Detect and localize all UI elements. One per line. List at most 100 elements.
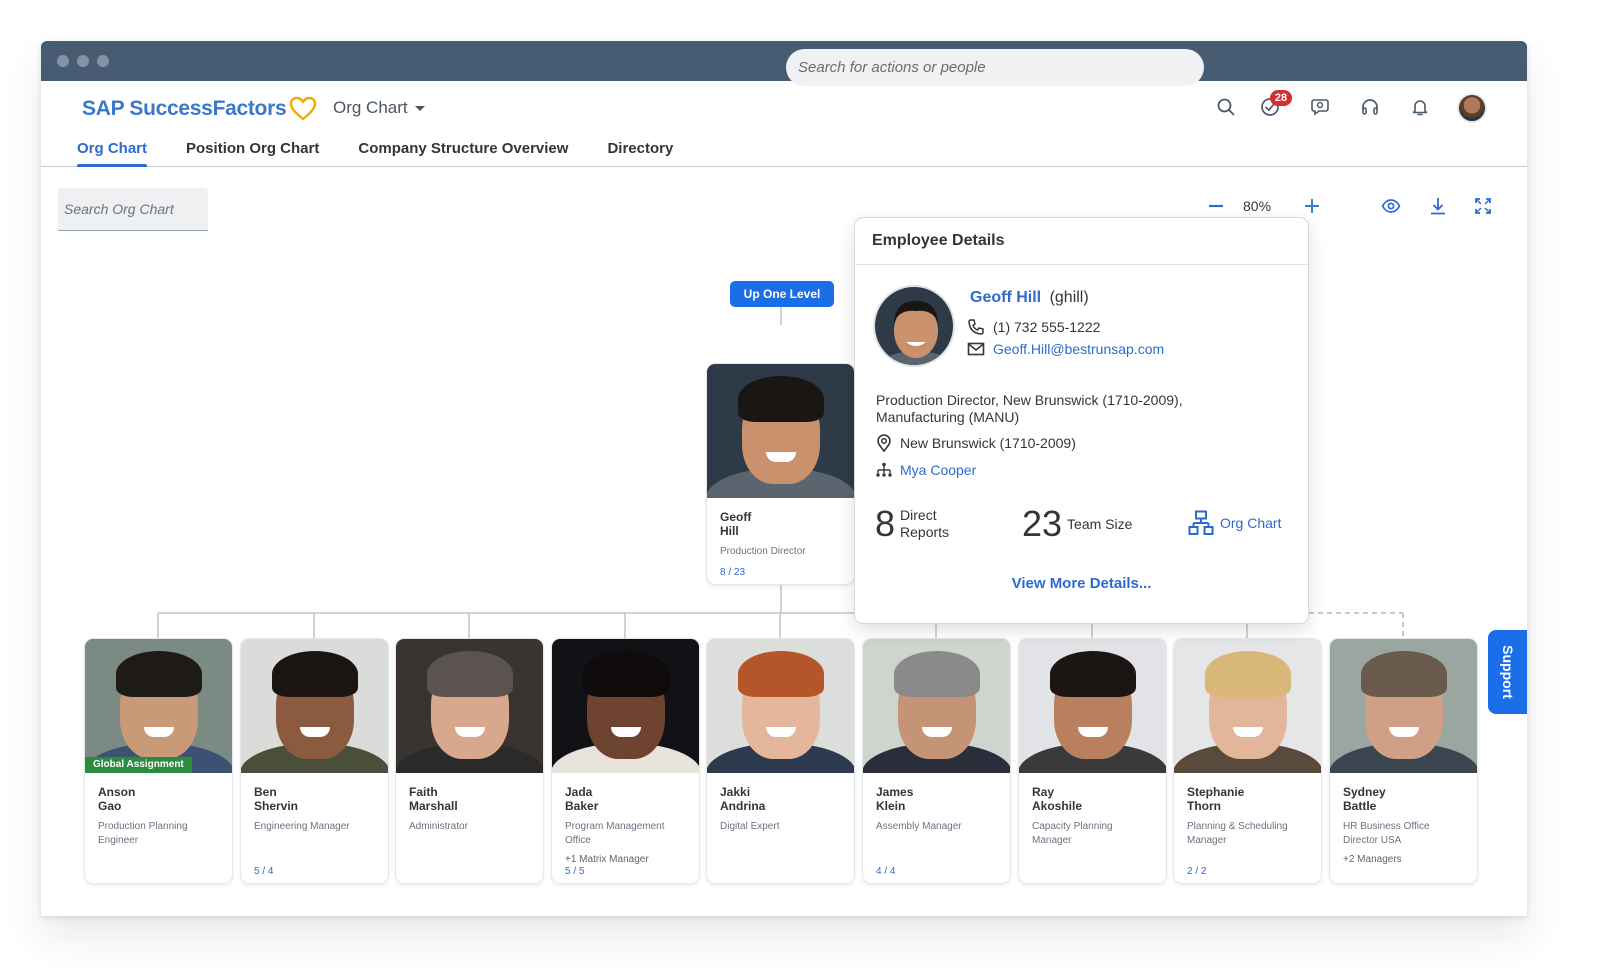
employee-card[interactable]: Jakki Andrina Digital Expert	[707, 639, 854, 883]
direct-reports-label-line1: Direct	[900, 507, 937, 523]
reports-to-link[interactable]: Mya Cooper	[900, 462, 976, 478]
employee-first-name: Ben	[254, 785, 277, 799]
up-one-level-button[interactable]: Up One Level	[730, 281, 834, 307]
help-button[interactable]	[1358, 95, 1382, 119]
employee-card-body: Faith Marshall Administrator	[396, 773, 543, 883]
zoom-in-button[interactable]	[1300, 194, 1324, 218]
view-options-button[interactable]	[1379, 194, 1403, 218]
location-text: New Brunswick (1710-2009)	[900, 435, 1076, 451]
zoom-out-icon	[1209, 204, 1223, 208]
employee-first-name: James	[876, 785, 914, 799]
tab-org-chart[interactable]: Org Chart	[77, 136, 148, 167]
employee-card[interactable]: Ray Akoshile Capacity Planning Manager	[1019, 639, 1166, 883]
org-chart-icon	[1188, 510, 1214, 535]
window-dot-close[interactable]	[57, 55, 69, 67]
employee-card[interactable]: Ben Shervin Engineering Manager 5 / 4	[241, 639, 388, 883]
employee-card[interactable]: Jada Baker Program Management Office +1 Mat…	[552, 639, 699, 883]
window-dot-maximize[interactable]	[97, 55, 109, 67]
employee-last-name: Akoshile	[1032, 799, 1083, 813]
support-button[interactable]: Support	[1488, 630, 1527, 714]
employee-card[interactable]: Global Assignment Anson Gao Production Plan…	[85, 639, 232, 883]
shell-header: SAP SuccessFactors Org Chart 28 Org Char…	[41, 49, 1527, 167]
manager-card-body: Geoff Hill Production Director 8 / 23	[707, 498, 854, 584]
location-pin-icon	[877, 434, 891, 452]
employee-first-name: Ray	[1032, 785, 1055, 799]
employee-card-photo	[1330, 639, 1477, 773]
hierarchy-icon	[876, 462, 892, 477]
download-icon	[1431, 198, 1445, 215]
app-title-label: Org Chart	[333, 98, 408, 117]
zoom-in-icon	[1305, 199, 1319, 213]
sap-successfactors-logo[interactable]: SAP SuccessFactors	[82, 96, 317, 122]
phone-number[interactable]: (1) 732 555-1222	[993, 319, 1100, 335]
email-link[interactable]: Geoff.Hill@bestrunsap.com	[993, 341, 1164, 357]
org-chart-link[interactable]: Org Chart	[1188, 510, 1281, 536]
feedback-button[interactable]	[1308, 95, 1332, 119]
global-search-input[interactable]	[786, 49, 1204, 86]
employee-last-name: Andrina	[720, 799, 766, 813]
email-row: Geoff.Hill@bestrunsap.com	[967, 341, 1164, 357]
employee-card-body: Jakki Andrina Digital Expert	[707, 773, 854, 883]
tab-directory[interactable]: Directory	[607, 136, 673, 167]
zoom-level: 80%	[1243, 198, 1272, 214]
search-button[interactable]	[1214, 95, 1238, 119]
heart-icon	[290, 96, 317, 121]
zoom-out-button[interactable]	[1204, 194, 1228, 218]
employee-team-count[interactable]: 5 / 4	[254, 866, 273, 877]
view-more-details-link[interactable]: View More Details...	[855, 575, 1308, 592]
employee-last-name: Gao	[98, 799, 122, 813]
employee-first-name: Stephanie	[1187, 785, 1245, 799]
employee-card-body: Ray Akoshile Capacity Planning Manager	[1019, 773, 1166, 883]
employee-name-link[interactable]: Geoff Hill	[970, 289, 1041, 306]
employee-card-body: Ben Shervin Engineering Manager 5 / 4	[241, 773, 388, 883]
browser-window: SAP SuccessFactors Org Chart 28 Org Char…	[41, 41, 1527, 916]
employee-first-name: Anson	[98, 785, 136, 799]
tab-position-org-chart[interactable]: Position Org Chart	[186, 136, 319, 167]
direct-reports-number: 8	[875, 503, 896, 544]
employee-title: Administrator	[409, 821, 468, 832]
todo-button[interactable]: 28	[1258, 90, 1292, 119]
location-row: New Brunswick (1710-2009)	[876, 434, 1076, 452]
tab-company-structure-overview[interactable]: Company Structure Overview	[358, 136, 568, 167]
employee-card-photo	[863, 639, 1010, 773]
employee-team-count[interactable]: 5 / 5	[565, 866, 584, 877]
employee-card[interactable]: Faith Marshall Administrator	[396, 639, 543, 883]
window-dot-minimize[interactable]	[77, 55, 89, 67]
direct-reports-kpi[interactable]: 8 Direct Reports	[875, 506, 949, 542]
notifications-button[interactable]	[1408, 95, 1432, 119]
user-avatar[interactable]	[1457, 93, 1487, 123]
phone-row: (1) 732 555-1222	[967, 318, 1100, 336]
job-line-2: Manufacturing (MANU)	[876, 409, 1020, 425]
window-titlebar	[41, 41, 1527, 81]
employee-extra-managers[interactable]: +2 Managers	[1343, 854, 1464, 865]
feedback-chat-icon	[1311, 99, 1329, 116]
manager-card[interactable]: Geoff Hill Production Director 8 / 23	[707, 364, 854, 584]
org-chart-search-input[interactable]	[58, 188, 208, 231]
team-size-kpi[interactable]: 23 Team Size	[1022, 506, 1132, 542]
employee-card[interactable]: Sydney Battle HR Business Office Director …	[1330, 639, 1477, 883]
employee-first-name: Jada	[565, 785, 593, 799]
employee-details-popover: Employee Details Geoff Hill (ghill) (1) …	[855, 218, 1308, 623]
job-info: Production Director, New Brunswick (1710…	[876, 392, 1276, 426]
employee-team-count[interactable]: 4 / 4	[876, 866, 895, 877]
app-title-menu[interactable]: Org Chart	[333, 98, 425, 118]
employee-team-count[interactable]: 2 / 2	[1187, 866, 1206, 877]
headset-icon	[1362, 99, 1378, 115]
popover-heading: Employee Details	[855, 218, 1308, 265]
employee-card-body: James Klein Assembly Manager 4 / 4	[863, 773, 1010, 883]
employee-last-name: Thorn	[1187, 799, 1221, 813]
employee-card[interactable]: Stephanie Thorn Planning & Scheduling Mana…	[1174, 639, 1321, 883]
employee-avatar	[873, 285, 955, 367]
employee-last-name: Shervin	[254, 799, 299, 813]
brand-name: SAP SuccessFactors	[82, 97, 287, 120]
fullscreen-icon	[1475, 198, 1491, 214]
employee-extra-managers[interactable]: +1 Matrix Manager	[565, 854, 686, 865]
employee-card[interactable]: James Klein Assembly Manager 4 / 4	[863, 639, 1010, 883]
download-button[interactable]	[1426, 194, 1450, 218]
manager-count[interactable]: 8 / 23	[720, 567, 745, 578]
fullscreen-button[interactable]	[1471, 194, 1495, 218]
employee-title: Production Planning Engineer	[98, 821, 188, 846]
employee-title: Capacity Planning Manager	[1032, 821, 1113, 846]
employee-card-body: Anson Gao Production Planning Engineer	[85, 773, 232, 883]
eye-icon	[1381, 199, 1401, 213]
